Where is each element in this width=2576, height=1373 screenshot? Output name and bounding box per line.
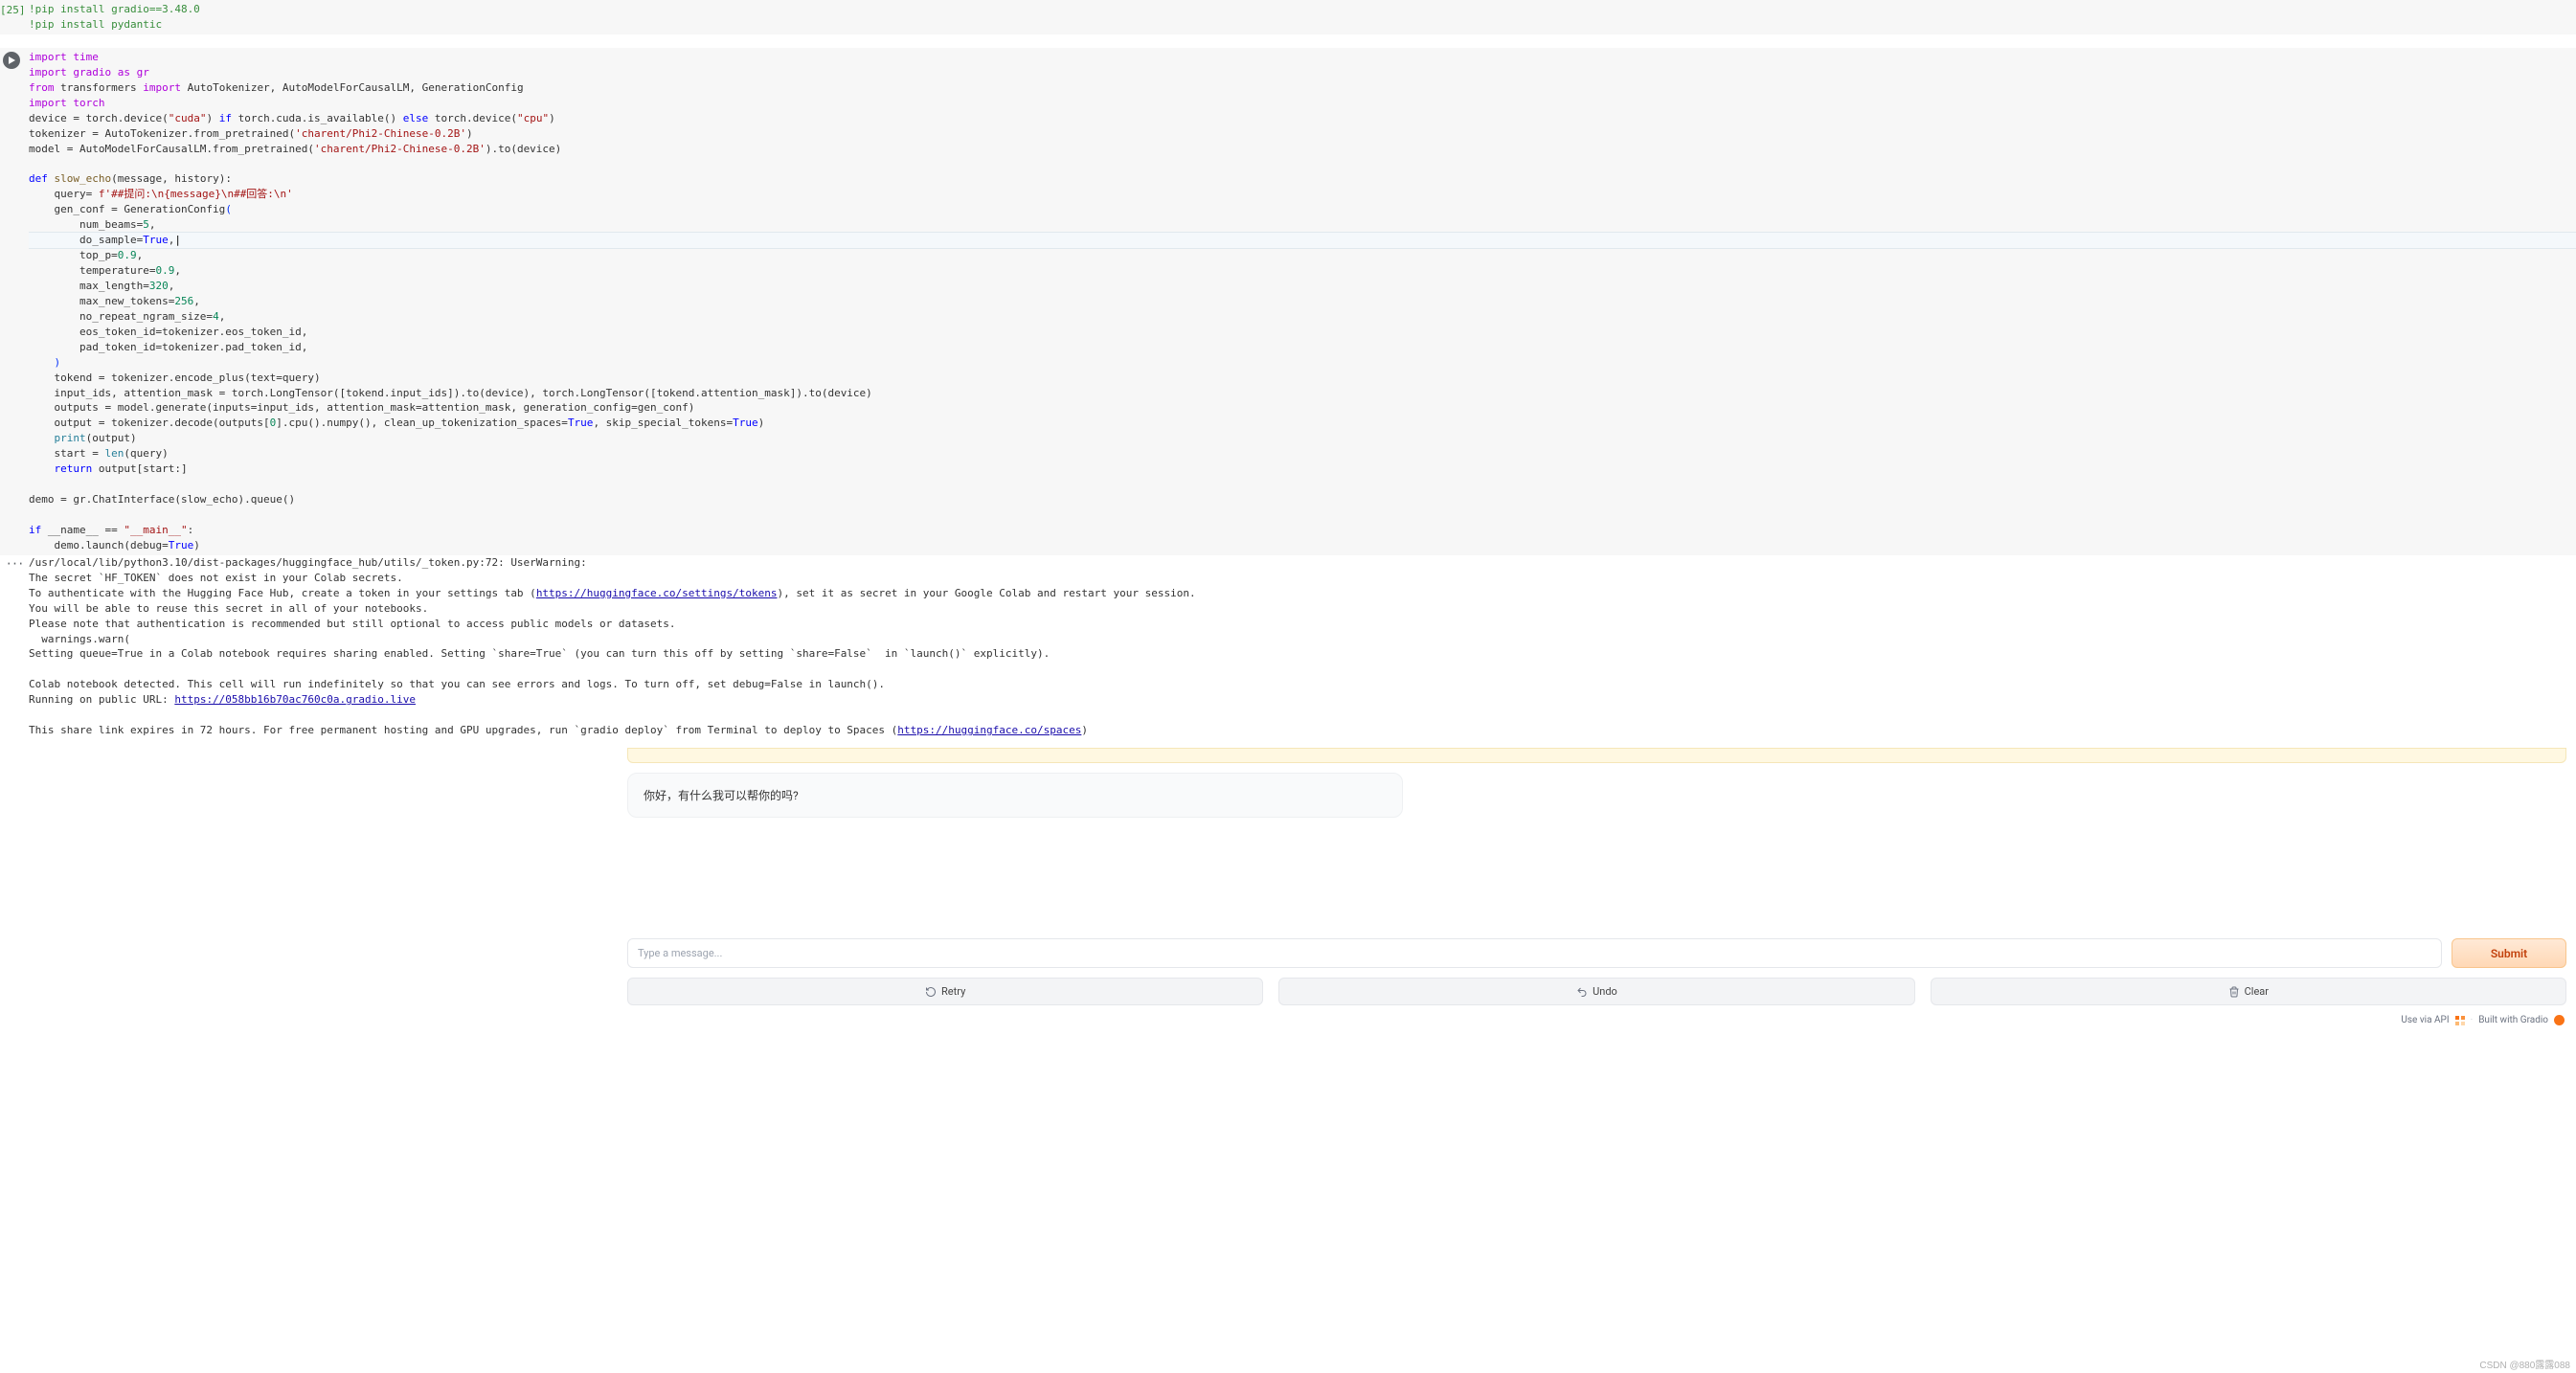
code-cell-1: [25] !pip install gradio==3.48.0 !pip in… xyxy=(0,0,2576,34)
cell-output: ··· /usr/local/lib/python3.10/dist-packa… xyxy=(0,555,2576,744)
retry-button[interactable]: Retry xyxy=(627,978,1263,1005)
code-body-1[interactable]: !pip install gradio==3.48.0 !pip install… xyxy=(29,2,2576,33)
gradio-public-url-link[interactable]: https://058bb16b70ac760c0a.gradio.live xyxy=(174,693,416,706)
message-input[interactable]: Type a message... xyxy=(627,938,2442,968)
code-body-2[interactable]: import time import gradio as gr from tra… xyxy=(29,50,2576,553)
gradio-footer: Use via API · Built with Gradio xyxy=(627,1015,2566,1025)
code-line: !pip install pydantic xyxy=(29,18,162,31)
editor-cursor-line: do_sample=True, xyxy=(29,232,2576,249)
gradio-logo-icon xyxy=(2554,1015,2565,1025)
output-text: /usr/local/lib/python3.10/dist-packages/… xyxy=(29,555,2576,744)
code-line: !pip install gradio==3.48.0 xyxy=(29,3,200,15)
run-cell-button[interactable] xyxy=(3,52,20,69)
clear-button[interactable]: Clear xyxy=(1931,978,2566,1005)
warning-banner xyxy=(627,748,2566,763)
hf-tokens-link[interactable]: https://huggingface.co/settings/tokens xyxy=(536,587,778,599)
action-buttons-row: Retry Undo Clear xyxy=(627,978,2566,1005)
trash-icon xyxy=(2228,986,2240,998)
hf-spaces-link[interactable]: https://huggingface.co/spaces xyxy=(897,724,1081,736)
watermark: CSDN @880露露088 xyxy=(2479,1357,2570,1371)
cell-run-gutter xyxy=(0,50,29,553)
built-with-gradio-link[interactable]: Built with Gradio xyxy=(2478,1015,2548,1025)
chat-bot-message: 你好，有什么我可以帮你的吗? xyxy=(627,773,1403,818)
cell-exec-count: [25] xyxy=(0,2,29,33)
use-via-api-link[interactable]: Use via API xyxy=(2401,1015,2449,1025)
gradio-chat-interface: 你好，有什么我可以帮你的吗? Type a message... Submit … xyxy=(627,744,2566,1025)
bot-message-text: 你好，有什么我可以帮你的吗? xyxy=(644,789,799,802)
output-collapse-icon[interactable]: ··· xyxy=(0,555,29,744)
play-icon xyxy=(7,56,16,65)
undo-icon xyxy=(1576,986,1588,998)
api-icon xyxy=(2455,1016,2465,1025)
message-input-row: Type a message... Submit xyxy=(627,938,2566,968)
retry-icon xyxy=(925,986,937,998)
submit-button[interactable]: Submit xyxy=(2452,938,2566,968)
undo-button[interactable]: Undo xyxy=(1278,978,1914,1005)
code-cell-2: import time import gradio as gr from tra… xyxy=(0,48,2576,555)
